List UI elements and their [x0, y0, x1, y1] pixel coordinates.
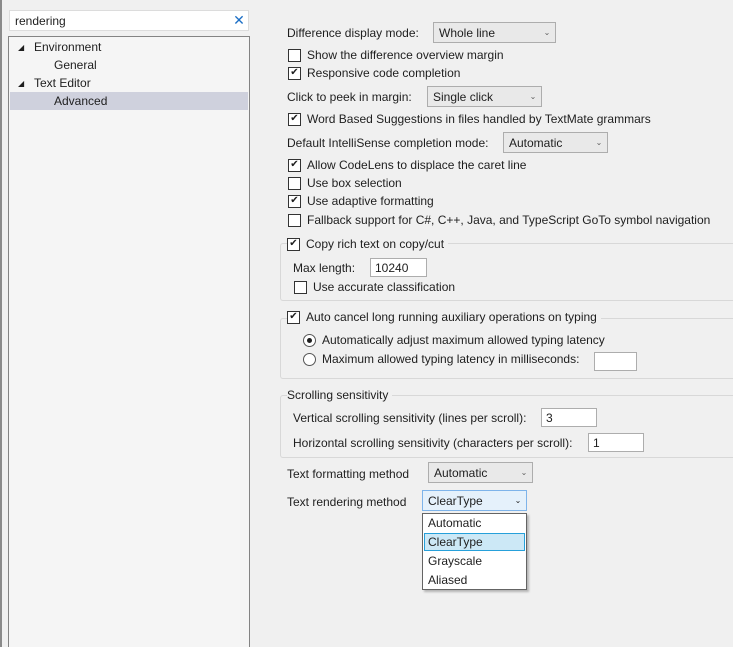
- max-length-input[interactable]: 10240: [370, 258, 427, 277]
- radio-label: Automatically adjust maximum allowed typ…: [322, 333, 605, 347]
- tree-item-text-editor[interactable]: ◢ Text Editor: [10, 74, 248, 92]
- combo-value: Automatic: [434, 465, 488, 480]
- check-icon[interactable]: ✔: [288, 66, 301, 80]
- difference-display-mode-label: Difference display mode:: [287, 26, 419, 40]
- checkbox-box[interactable]: [294, 280, 307, 294]
- text-formatting-method-combo[interactable]: Automatic ⌄: [428, 462, 533, 483]
- checkbox-box[interactable]: [288, 176, 301, 190]
- checkbox-label: Auto cancel long running auxiliary opera…: [306, 310, 597, 324]
- checkbox-label: Fallback support for C#, C++, Java, and …: [307, 213, 711, 227]
- checkbox-label: Show the difference overview margin: [307, 48, 504, 62]
- dropdown-option-automatic[interactable]: Automatic: [424, 514, 525, 532]
- check-icon[interactable]: ✔: [288, 112, 301, 126]
- allow-codelens-checkbox[interactable]: ✔ Allow CodeLens to displace the caret l…: [288, 156, 526, 174]
- word-based-suggestions-checkbox[interactable]: ✔ Word Based Suggestions in files handle…: [288, 110, 651, 128]
- check-icon[interactable]: ✔: [288, 158, 301, 172]
- search-box[interactable]: rendering ✕: [9, 10, 249, 31]
- tree-item-general[interactable]: General: [10, 56, 248, 74]
- intellisense-mode-label: Default IntelliSense completion mode:: [287, 136, 489, 150]
- combo-value: Whole line: [439, 25, 496, 40]
- vertical-scrolling-input[interactable]: 3: [541, 408, 597, 427]
- tree-item-label: Environment: [34, 40, 102, 54]
- check-icon[interactable]: ✔: [288, 194, 301, 208]
- combo-value: Automatic: [509, 135, 563, 150]
- copy-rich-text-checkbox[interactable]: ✔ Copy rich text on copy/cut: [287, 235, 449, 253]
- max-latency-radio[interactable]: Maximum allowed typing latency in millis…: [303, 350, 579, 368]
- horizontal-scrolling-input[interactable]: 1: [588, 433, 644, 452]
- max-length-label: Max length:: [293, 261, 356, 275]
- close-icon[interactable]: ✕: [230, 12, 248, 30]
- checkbox-label: Word Based Suggestions in files handled …: [307, 112, 651, 126]
- chevron-down-icon: ⌄: [520, 468, 528, 477]
- vertical-scrolling-label: Vertical scrolling sensitivity (lines pe…: [293, 411, 527, 425]
- chevron-down-icon: ⌄: [543, 28, 551, 37]
- tree-item-environment[interactable]: ◢ Environment: [10, 38, 248, 56]
- chevron-down-icon: ⌄: [514, 496, 522, 505]
- tree-item-advanced[interactable]: Advanced: [10, 92, 248, 110]
- checkbox-label: Use accurate classification: [313, 280, 456, 294]
- difference-display-mode-combo[interactable]: Whole line ⌄: [433, 22, 556, 43]
- chevron-down-icon: ⌄: [595, 138, 603, 147]
- adaptive-formatting-checkbox[interactable]: ✔ Use adaptive formatting: [288, 192, 434, 210]
- tree-item-label: General: [54, 58, 97, 72]
- show-difference-overview-margin-checkbox[interactable]: Show the difference overview margin: [288, 46, 504, 64]
- combo-value: ClearType: [428, 493, 483, 508]
- checkbox-box[interactable]: [288, 213, 301, 227]
- dropdown-option-aliased[interactable]: Aliased: [424, 571, 525, 589]
- dropdown-option-cleartype[interactable]: ClearType: [424, 533, 525, 551]
- horizontal-scrolling-label: Horizontal scrolling sensitivity (charac…: [293, 436, 573, 450]
- check-icon[interactable]: ✔: [287, 310, 300, 324]
- options-tree: ◢ Environment General ◢ Text Editor Adva…: [8, 36, 250, 647]
- window-edge: [0, 0, 2, 647]
- fallback-goto-checkbox[interactable]: Fallback support for C#, C++, Java, and …: [288, 211, 710, 229]
- auto-cancel-checkbox[interactable]: ✔ Auto cancel long running auxiliary ope…: [287, 308, 601, 326]
- text-rendering-method-label: Text rendering method: [287, 495, 407, 509]
- tree-item-label: Text Editor: [34, 76, 91, 90]
- intellisense-mode-combo[interactable]: Automatic ⌄: [503, 132, 608, 153]
- checkbox-label: Use adaptive formatting: [307, 194, 434, 208]
- text-formatting-method-label: Text formatting method: [287, 467, 410, 481]
- expanded-arrow-icon[interactable]: ◢: [18, 79, 24, 88]
- checkbox-label: Copy rich text on copy/cut: [306, 237, 445, 251]
- max-latency-input[interactable]: [594, 352, 637, 371]
- combo-value: Single click: [433, 89, 494, 104]
- radio-label: Maximum allowed typing latency in millis…: [322, 352, 580, 366]
- text-rendering-method-combo[interactable]: ClearType ⌄: [422, 490, 527, 511]
- click-to-peek-combo[interactable]: Single click ⌄: [427, 86, 542, 107]
- expanded-arrow-icon[interactable]: ◢: [18, 43, 24, 52]
- accurate-classification-checkbox[interactable]: Use accurate classification: [294, 278, 455, 296]
- check-icon[interactable]: ✔: [287, 237, 300, 251]
- checkbox-label: Use box selection: [307, 176, 402, 190]
- box-selection-checkbox[interactable]: Use box selection: [288, 174, 402, 192]
- checkbox-label: Responsive code completion: [307, 66, 461, 80]
- text-rendering-method-dropdown: Automatic ClearType Grayscale Aliased: [422, 513, 527, 590]
- checkbox-box[interactable]: [288, 48, 301, 62]
- tree-item-label: Advanced: [54, 94, 108, 108]
- radio-unselected-icon[interactable]: [303, 352, 316, 366]
- auto-adjust-latency-radio[interactable]: Automatically adjust maximum allowed typ…: [303, 331, 605, 349]
- chevron-down-icon: ⌄: [529, 92, 537, 101]
- scrolling-sensitivity-title: Scrolling sensitivity: [287, 388, 393, 402]
- search-input[interactable]: rendering: [15, 14, 230, 28]
- dropdown-option-grayscale[interactable]: Grayscale: [424, 552, 525, 570]
- checkbox-label: Allow CodeLens to displace the caret lin…: [307, 158, 527, 172]
- responsive-code-completion-checkbox[interactable]: ✔ Responsive code completion: [288, 64, 460, 82]
- radio-selected-icon[interactable]: [303, 333, 316, 347]
- click-to-peek-label: Click to peek in margin:: [287, 90, 412, 104]
